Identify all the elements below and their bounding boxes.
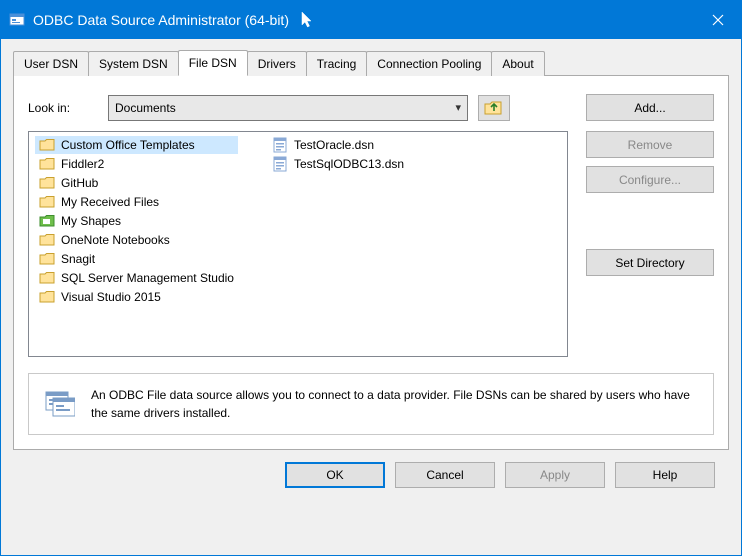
lookin-value: Documents [115, 101, 176, 115]
lookin-label: Look in: [28, 101, 98, 115]
list-item[interactable]: GitHub [35, 174, 238, 192]
set-directory-button[interactable]: Set Directory [586, 249, 714, 276]
item-label: My Shapes [61, 214, 121, 228]
folder-icon [39, 137, 55, 153]
apply-button[interactable]: Apply [505, 462, 605, 488]
info-box: An ODBC File data source allows you to c… [28, 373, 714, 435]
folder-icon [39, 289, 55, 305]
app-icon [9, 12, 25, 28]
shapes-folder-icon [39, 213, 55, 229]
list-item[interactable]: Custom Office Templates [35, 136, 238, 154]
item-label: OneNote Notebooks [61, 233, 170, 247]
cancel-button-label: Cancel [426, 468, 463, 482]
configure-button[interactable]: Configure... [586, 166, 714, 193]
item-label: Snagit [61, 252, 95, 266]
up-directory-button[interactable] [478, 95, 510, 121]
ok-button[interactable]: OK [285, 462, 385, 488]
ok-button-label: OK [326, 468, 343, 482]
list-item[interactable]: Snagit [35, 250, 238, 268]
cursor-icon [301, 11, 315, 29]
tab-file-dsn[interactable]: File DSN [178, 50, 248, 76]
item-label: Fiddler2 [61, 157, 104, 171]
apply-button-label: Apply [540, 468, 570, 482]
item-label: GitHub [61, 176, 98, 190]
remove-button-label: Remove [628, 138, 673, 152]
dialog-window: ODBC Data Source Administrator (64-bit) … [0, 0, 742, 556]
remove-button[interactable]: Remove [586, 131, 714, 158]
list-item[interactable]: SQL Server Management Studio [35, 269, 238, 287]
help-button[interactable]: Help [615, 462, 715, 488]
list-item[interactable]: Fiddler2 [35, 155, 238, 173]
tab-strip: User DSN System DSN File DSN Drivers Tra… [13, 49, 729, 75]
folder-icon [39, 194, 55, 210]
close-button[interactable] [695, 1, 741, 39]
window-title: ODBC Data Source Administrator (64-bit) [33, 12, 289, 28]
tab-drivers[interactable]: Drivers [247, 51, 307, 76]
list-item[interactable]: My Shapes [35, 212, 238, 230]
dialog-footer: OK Cancel Apply Help [13, 450, 729, 488]
chevron-down-icon: ▾ [455, 101, 461, 114]
set-directory-button-label: Set Directory [615, 256, 684, 270]
add-button[interactable]: Add... [586, 94, 714, 121]
folder-icon [39, 156, 55, 172]
tab-connection-pooling[interactable]: Connection Pooling [366, 51, 492, 76]
list-item[interactable]: OneNote Notebooks [35, 231, 238, 249]
tab-user-dsn[interactable]: User DSN [13, 51, 89, 76]
item-label: My Received Files [61, 195, 159, 209]
help-button-label: Help [653, 468, 678, 482]
dsn-file-icon [272, 156, 288, 172]
item-label: TestOracle.dsn [294, 138, 374, 152]
dialog-body: User DSN System DSN File DSN Drivers Tra… [1, 39, 741, 555]
titlebar: ODBC Data Source Administrator (64-bit) [1, 1, 741, 39]
info-text: An ODBC File data source allows you to c… [91, 386, 699, 422]
item-label: Visual Studio 2015 [61, 290, 161, 304]
item-label: TestSqlODBC13.dsn [294, 157, 404, 171]
folder-icon [39, 270, 55, 286]
datasource-icon [43, 388, 75, 420]
tab-system-dsn[interactable]: System DSN [88, 51, 179, 76]
configure-button-label: Configure... [619, 173, 681, 187]
folder-icon [39, 232, 55, 248]
folder-icon [39, 175, 55, 191]
tab-panel: Look in: Documents ▾ Add... [13, 75, 729, 450]
list-item[interactable]: My Received Files [35, 193, 238, 211]
list-item[interactable]: TestSqlODBC13.dsn [268, 155, 408, 173]
cancel-button[interactable]: Cancel [395, 462, 495, 488]
folder-icon [39, 251, 55, 267]
list-item[interactable]: TestOracle.dsn [268, 136, 408, 154]
add-button-label: Add... [634, 101, 665, 115]
file-list[interactable]: Custom Office Templates Fiddler2 GitHub [28, 131, 568, 357]
lookin-dropdown[interactable]: Documents ▾ [108, 95, 468, 121]
tab-tracing[interactable]: Tracing [306, 51, 368, 76]
dsn-file-icon [272, 137, 288, 153]
list-item[interactable]: Visual Studio 2015 [35, 288, 238, 306]
item-label: Custom Office Templates [61, 138, 195, 152]
item-label: SQL Server Management Studio [61, 271, 234, 285]
tab-about[interactable]: About [491, 51, 544, 76]
